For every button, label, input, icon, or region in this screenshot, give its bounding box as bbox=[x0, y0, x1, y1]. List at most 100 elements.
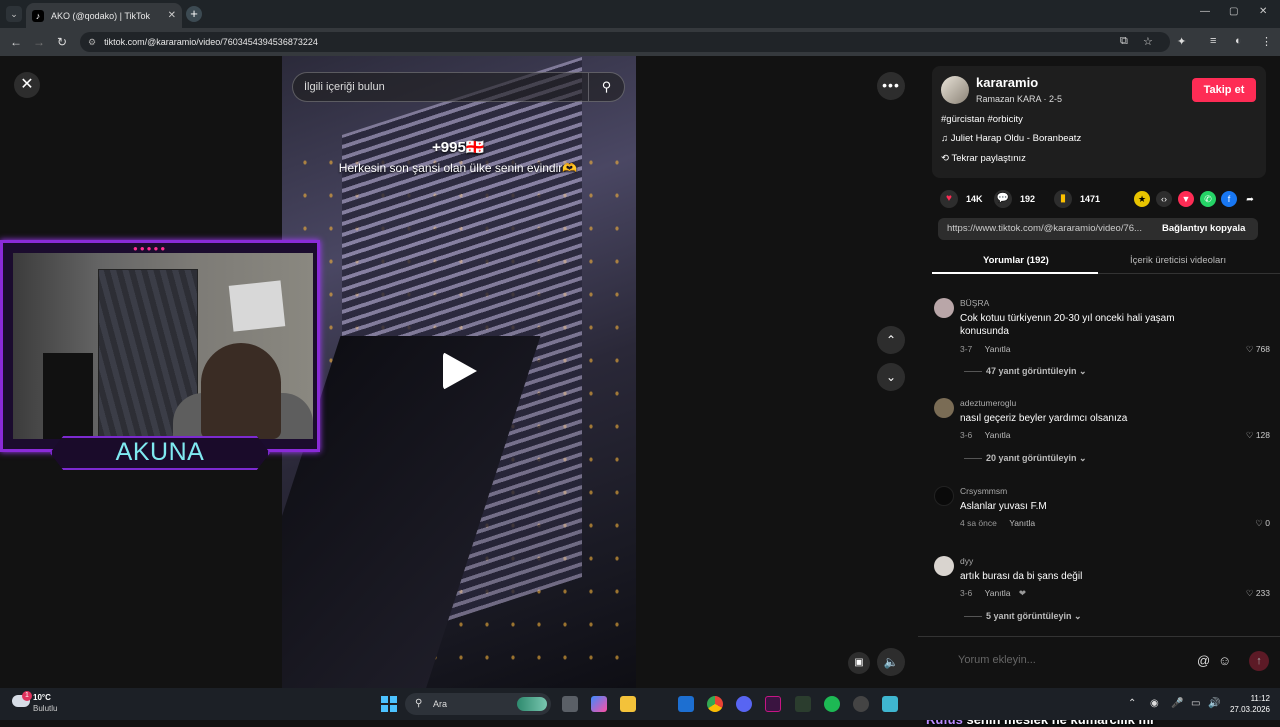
forward-icon[interactable]: → bbox=[33, 35, 45, 49]
bookmark-icon[interactable]: ▮ bbox=[1054, 190, 1072, 208]
window-close-icon[interactable]: ✕ bbox=[1259, 6, 1267, 17]
menu-kebab-icon[interactable]: ⋮ bbox=[1261, 35, 1272, 48]
vegas-icon[interactable] bbox=[765, 696, 781, 712]
comment-action[interactable]: 💬 192 bbox=[994, 190, 1035, 208]
start-button[interactable] bbox=[381, 696, 397, 712]
reply-button[interactable]: Yanıtla bbox=[985, 344, 1011, 354]
reply-button[interactable]: Yanıtla bbox=[985, 430, 1011, 440]
heart-outline-icon[interactable]: ♡ bbox=[1246, 588, 1256, 598]
share-coin-icon[interactable]: ★ bbox=[1134, 191, 1150, 207]
extensions-icon[interactable]: ✦ bbox=[1177, 35, 1186, 48]
whatsapp-icon[interactable]: ✆ bbox=[1200, 191, 1216, 207]
volume-icon[interactable]: 🔈 bbox=[877, 648, 905, 676]
facebook-icon[interactable]: f bbox=[1221, 191, 1237, 207]
emoji-icon[interactable]: ☺ bbox=[1218, 653, 1231, 668]
send-comment-button[interactable]: ↑ bbox=[1249, 651, 1269, 671]
tab-search-icon[interactable]: ⌄ bbox=[6, 6, 22, 22]
embed-icon[interactable]: ‹› bbox=[1156, 191, 1172, 207]
task-view-icon[interactable] bbox=[562, 696, 578, 712]
app-icon[interactable] bbox=[795, 696, 811, 712]
close-video-button[interactable]: ✕ bbox=[14, 72, 40, 98]
heart-outline-icon[interactable]: ♡ bbox=[1255, 518, 1265, 528]
video-hashtags[interactable]: #gürcistan #orbicity bbox=[941, 114, 1023, 125]
minimize-icon[interactable]: — bbox=[1200, 6, 1210, 17]
tab-close-icon[interactable]: ✕ bbox=[168, 10, 176, 21]
profile-avatar-icon[interactable]: ◐ bbox=[1235, 35, 1242, 47]
notepad-icon[interactable] bbox=[882, 696, 898, 712]
comment-avatar[interactable] bbox=[934, 398, 954, 418]
reply-button[interactable]: Yanıtla bbox=[1009, 518, 1035, 528]
comment-input[interactable]: Yorum ekleyin... bbox=[958, 654, 1036, 666]
chrome-icon[interactable] bbox=[707, 696, 723, 712]
music-link[interactable]: ♫ Juliet Harap Oldu - Boranbeatz bbox=[941, 133, 1081, 144]
tab-creator-videos[interactable]: İçerik üreticisi videoları bbox=[1130, 255, 1226, 266]
site-info-icon[interactable]: ⚙ bbox=[88, 37, 96, 48]
comment-avatar[interactable] bbox=[934, 556, 954, 576]
reload-icon[interactable]: ↻ bbox=[57, 35, 67, 49]
view-replies-button[interactable]: 47 yanıt görüntüleyin ⌄ bbox=[964, 366, 1087, 377]
comment-like[interactable]: ♡ 0 bbox=[1255, 518, 1270, 529]
webcam-overlay: ●●●●● AKUNA bbox=[0, 240, 320, 476]
outlook-icon[interactable] bbox=[678, 696, 694, 712]
reply-button[interactable]: Yanıtla bbox=[985, 588, 1011, 598]
obs-icon[interactable] bbox=[853, 696, 869, 712]
clock[interactable]: 11:12 27.03.2026 bbox=[1228, 693, 1270, 715]
taskbar-search[interactable]: ⚲ Ara bbox=[405, 693, 551, 715]
spotify-icon[interactable] bbox=[824, 696, 840, 712]
next-video-button[interactable]: ⌄ bbox=[877, 363, 905, 391]
tray-chevron-icon[interactable]: ⌃ bbox=[1128, 698, 1136, 709]
tab-comments[interactable]: Yorumlar (192) bbox=[983, 255, 1049, 266]
back-icon[interactable]: ← bbox=[10, 35, 22, 49]
view-replies-button[interactable]: 20 yanıt görüntüleyin ⌄ bbox=[964, 453, 1087, 464]
copy-link-button[interactable]: Bağlantıyı kopyala bbox=[1162, 223, 1245, 234]
browser-tab[interactable]: ♪ AKO (@qodako) | TikTok ✕ bbox=[26, 3, 182, 28]
previous-video-button[interactable]: ⌃ bbox=[877, 326, 905, 354]
display-icon[interactable]: ▭ bbox=[1191, 698, 1200, 709]
video-link-url[interactable]: https://www.tiktok.com/@kararamio/video/… bbox=[947, 223, 1147, 234]
share-arrow-icon[interactable]: ➦ bbox=[1242, 191, 1258, 207]
heart-icon[interactable]: ♥ bbox=[940, 190, 958, 208]
tray-app-icon[interactable]: ◉ bbox=[1150, 698, 1159, 709]
picture-in-picture-icon[interactable]: ▣ bbox=[848, 652, 870, 674]
comment-tabs: Yorumlar (192) İçerik üreticisi videolar… bbox=[932, 248, 1280, 274]
microphone-icon[interactable]: 🎤 bbox=[1171, 698, 1183, 709]
related-search-box[interactable]: ⚲ bbox=[292, 72, 625, 102]
comment-like[interactable]: ♡ 128 bbox=[1246, 430, 1270, 441]
comment-username[interactable]: dyy bbox=[960, 556, 973, 566]
new-tab-button[interactable]: + bbox=[186, 6, 202, 22]
file-explorer-icon[interactable] bbox=[620, 696, 636, 712]
creator-avatar[interactable] bbox=[941, 76, 969, 104]
comment-avatar[interactable] bbox=[934, 486, 954, 506]
more-options-button[interactable]: ••• bbox=[877, 72, 905, 100]
comment-username[interactable]: Crsysmmsm bbox=[960, 486, 1007, 496]
play-icon[interactable] bbox=[443, 352, 477, 390]
bookmark-star-icon[interactable]: ☆ bbox=[1143, 35, 1153, 48]
comment-like[interactable]: ♡ 768 bbox=[1246, 344, 1270, 355]
comment-username[interactable]: BÜŞRA bbox=[960, 298, 989, 308]
copilot-icon[interactable] bbox=[591, 696, 607, 712]
tiktok-favicon-icon: ♪ bbox=[32, 9, 44, 22]
url-field[interactable]: ⚙ tiktok.com/@kararamio/video/7603454394… bbox=[80, 32, 1170, 52]
follow-button[interactable]: Takip et bbox=[1192, 78, 1256, 102]
maximize-icon[interactable]: ▢ bbox=[1229, 6, 1238, 17]
comment-meta: 3-7 Yanıtla bbox=[960, 344, 1011, 354]
heart-outline-icon[interactable]: ♡ bbox=[1246, 430, 1256, 440]
like-action[interactable]: ♥ 14K bbox=[940, 190, 983, 208]
comment-avatar[interactable] bbox=[934, 298, 954, 318]
media-control-icon[interactable]: ≡ bbox=[1210, 35, 1216, 47]
discord-icon[interactable] bbox=[736, 696, 752, 712]
related-search-input[interactable] bbox=[304, 81, 584, 93]
comment-like[interactable]: ♡ 233 bbox=[1246, 588, 1270, 599]
active-tab-underline bbox=[932, 272, 1098, 274]
save-action[interactable]: ▮ 1471 bbox=[1054, 190, 1100, 208]
heart-outline-icon[interactable]: ♡ bbox=[1246, 344, 1256, 354]
view-replies-button[interactable]: 5 yanıt görüntüleyin ⌄ bbox=[964, 611, 1082, 622]
comment-icon[interactable]: 💬 bbox=[994, 190, 1012, 208]
install-app-icon[interactable]: ⧉ bbox=[1120, 35, 1128, 48]
mention-icon[interactable]: @ bbox=[1197, 653, 1210, 668]
search-icon[interactable]: ⚲ bbox=[588, 73, 624, 101]
creator-username[interactable]: kararamio bbox=[976, 75, 1038, 90]
speaker-icon[interactable]: 🔊 bbox=[1208, 698, 1220, 709]
comment-username[interactable]: adeztumeroglu bbox=[960, 398, 1016, 408]
send-friend-icon[interactable]: ▼ bbox=[1178, 191, 1194, 207]
